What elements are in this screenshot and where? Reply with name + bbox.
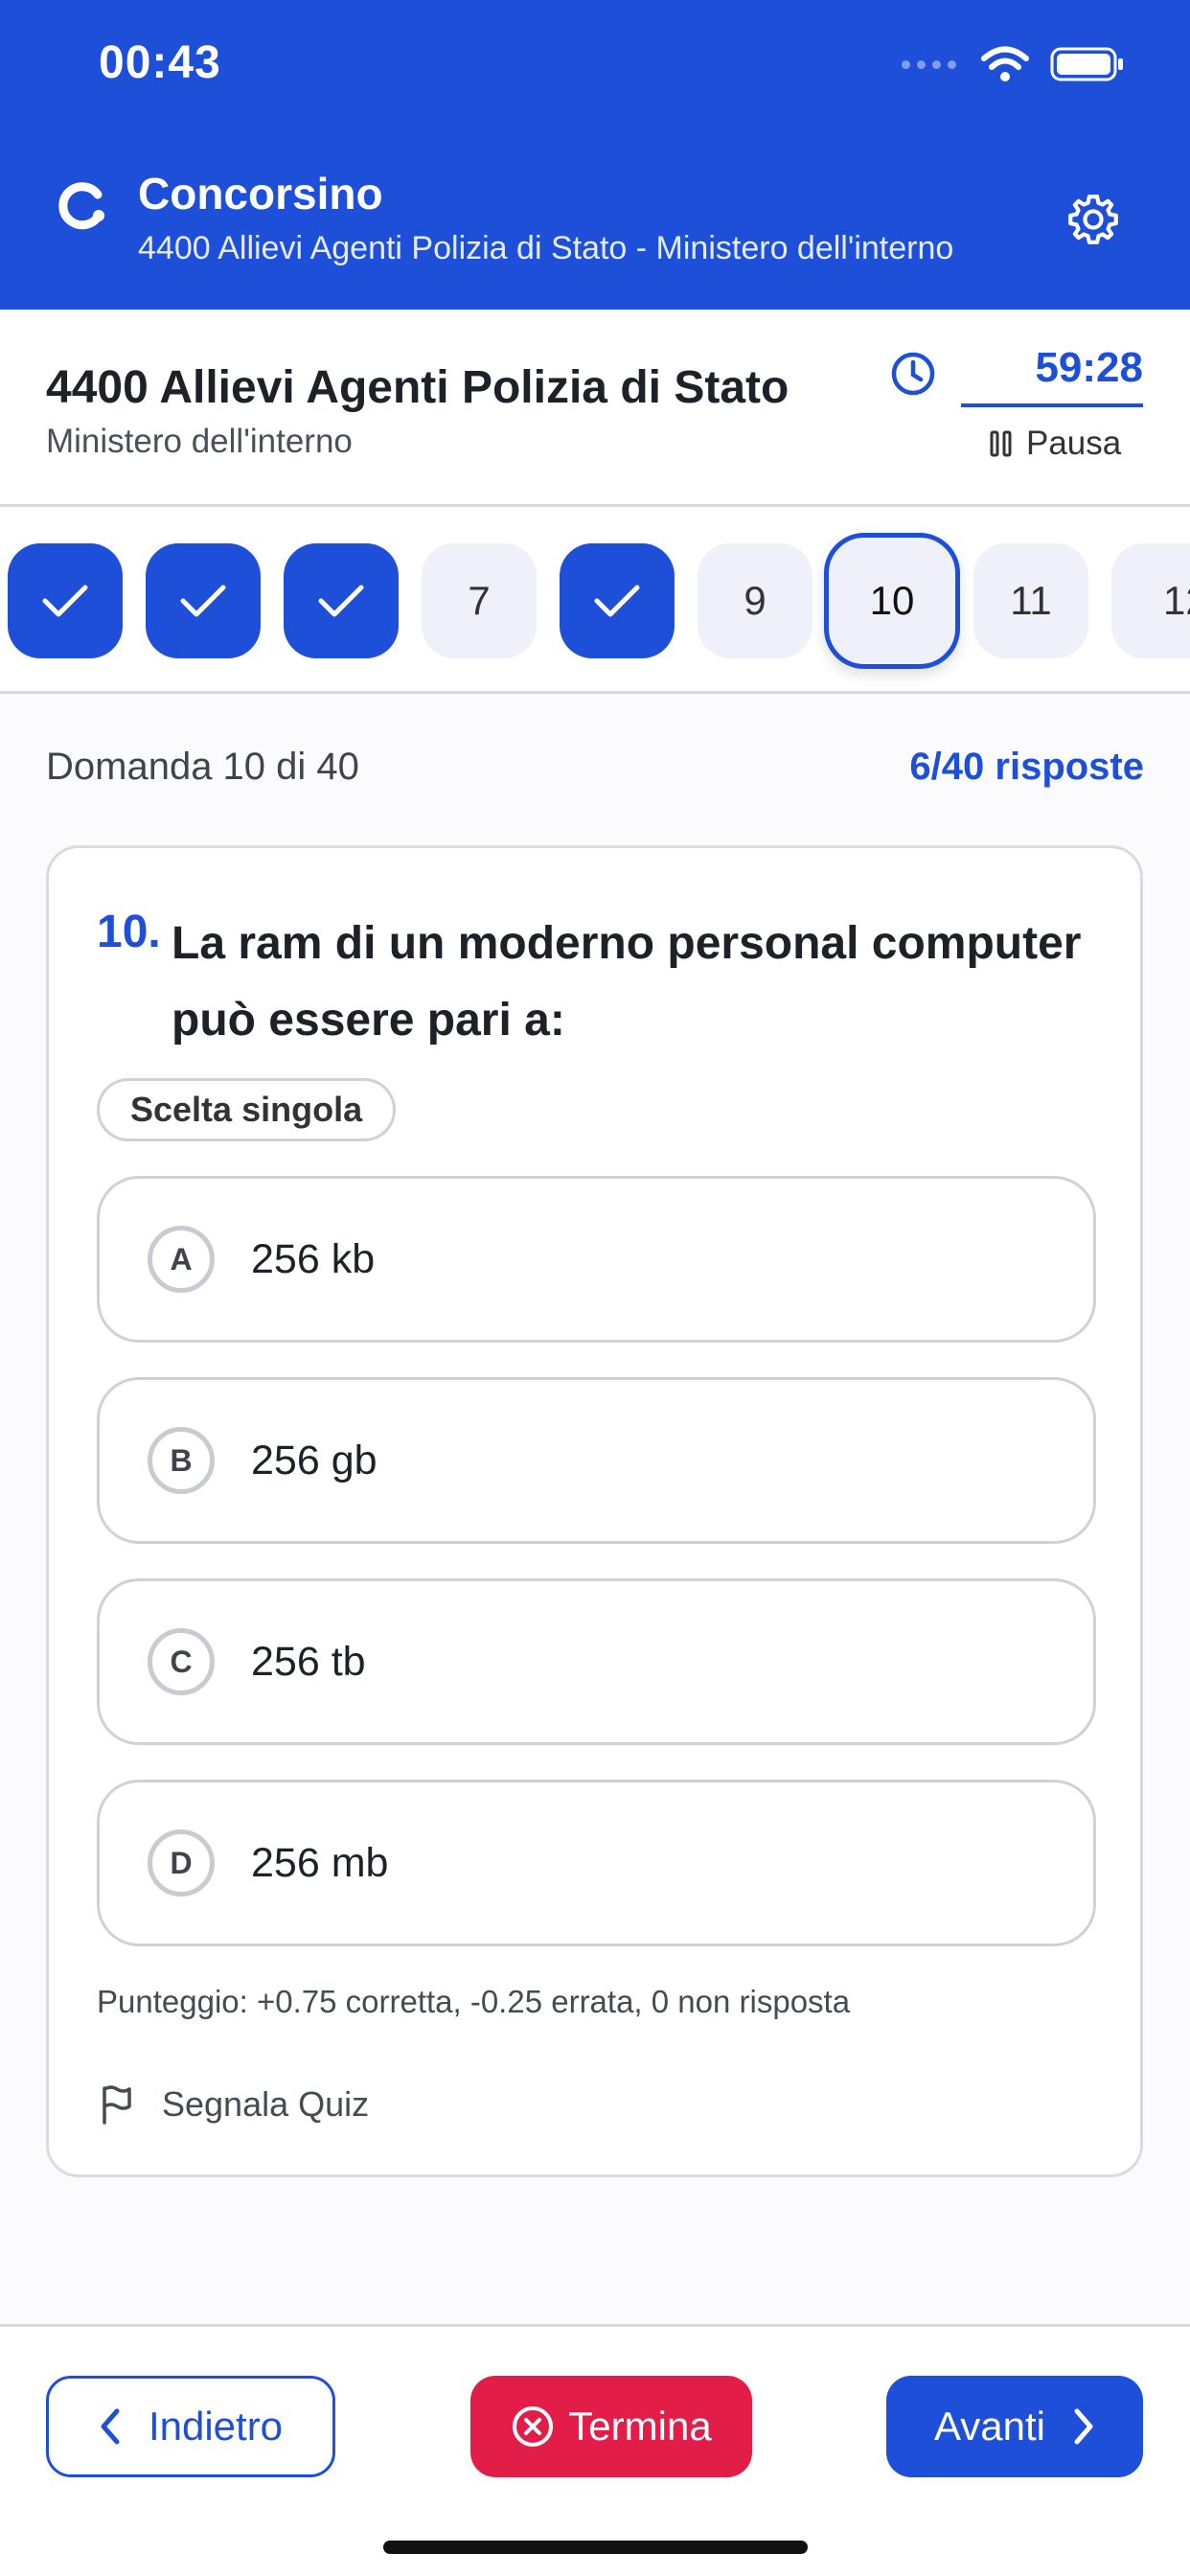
chevron-left-icon — [101, 2408, 120, 2445]
answer-option-a[interactable]: A 256 kb — [97, 1176, 1096, 1343]
answer-option-c[interactable]: C 256 tb — [97, 1578, 1096, 1745]
question-nav-item[interactable]: 7 — [422, 543, 537, 658]
pause-icon — [990, 430, 1012, 457]
checkmark-icon — [318, 585, 364, 617]
app-subtitle: 4400 Allievi Agenti Polizia di Stato - M… — [138, 230, 954, 266]
home-indicator[interactable] — [383, 2541, 808, 2554]
exam-info-bar: 4400 Allievi Agenti Polizia di Stato Min… — [0, 310, 1190, 507]
pause-button[interactable]: Pausa — [990, 425, 1121, 463]
question-nav-item-answered[interactable] — [146, 543, 261, 658]
chevron-right-icon — [1074, 2408, 1093, 2445]
answer-option-b[interactable]: B 256 gb — [97, 1377, 1096, 1544]
back-button[interactable]: Indietro — [46, 2376, 335, 2477]
end-label: Termina — [568, 2404, 712, 2449]
app-title: Concorsino — [138, 169, 383, 218]
option-letter: C — [148, 1628, 215, 1695]
option-letter: B — [148, 1427, 215, 1494]
question-nav-item-current[interactable]: 10 — [824, 533, 960, 669]
timer: 59:28 — [961, 344, 1143, 407]
checkmark-icon — [180, 585, 226, 617]
status-time: 00:43 — [99, 37, 221, 88]
question-nav-item[interactable]: 12 — [1111, 543, 1190, 658]
question-navigator: 7 9 10 11 12 — [0, 507, 1190, 694]
next-label: Avanti — [934, 2404, 1045, 2449]
checkmark-icon — [42, 585, 88, 617]
bottom-action-bar: Indietro Termina Avanti — [0, 2324, 1190, 2576]
end-quiz-button[interactable]: Termina — [470, 2376, 752, 2477]
next-button[interactable]: Avanti — [886, 2376, 1143, 2477]
answer-option-d[interactable]: D 256 mb — [97, 1780, 1096, 1946]
option-text: 256 mb — [251, 1839, 389, 1886]
signal-icon — [902, 59, 956, 69]
gear-icon[interactable] — [1064, 190, 1123, 249]
question-card: 10. La ram di un moderno personal comput… — [46, 845, 1143, 2177]
question-number: 10. — [97, 907, 161, 957]
question-type-badge: Scelta singola — [97, 1078, 397, 1141]
app-logo-icon — [58, 182, 104, 230]
question-nav-item[interactable]: 11 — [973, 543, 1088, 658]
close-circle-icon — [513, 2406, 554, 2447]
question-nav-item-answered[interactable] — [8, 543, 123, 658]
wifi-icon — [981, 46, 1029, 81]
report-quiz-button[interactable]: Segnala Quiz — [97, 2084, 369, 2125]
status-icons — [902, 46, 1125, 82]
battery-icon — [1050, 47, 1123, 81]
back-label: Indietro — [148, 2404, 284, 2449]
question-nav-item[interactable]: 9 — [698, 543, 812, 658]
pause-label: Pausa — [1026, 425, 1122, 462]
clock-icon — [891, 352, 935, 396]
option-text: 256 kb — [251, 1235, 376, 1282]
exam-title: 4400 Allievi Agenti Polizia di Stato — [46, 362, 790, 413]
checkmark-icon — [594, 585, 640, 617]
option-text: 256 tb — [251, 1638, 366, 1685]
exam-ministry: Ministero dell'interno — [46, 423, 353, 460]
option-letter: A — [148, 1226, 215, 1293]
question-nav-item-answered[interactable] — [560, 543, 675, 658]
score-note: Punteggio: +0.75 corretta, -0.25 errata,… — [97, 1984, 851, 2019]
option-text: 256 gb — [251, 1437, 378, 1484]
question-position: Domanda 10 di 40 — [46, 746, 359, 788]
answered-count: 6/40 risposte — [909, 746, 1144, 788]
option-letter: D — [148, 1829, 215, 1897]
report-label: Segnala Quiz — [162, 2084, 370, 2124]
question-nav-item-answered[interactable] — [284, 543, 399, 658]
flag-icon — [103, 2085, 131, 2125]
question-text: La ram di un moderno personal computer p… — [172, 918, 1082, 1046]
app-header: 00:43 Concorsino 4400 Allievi Agenti Pol… — [0, 0, 1190, 310]
